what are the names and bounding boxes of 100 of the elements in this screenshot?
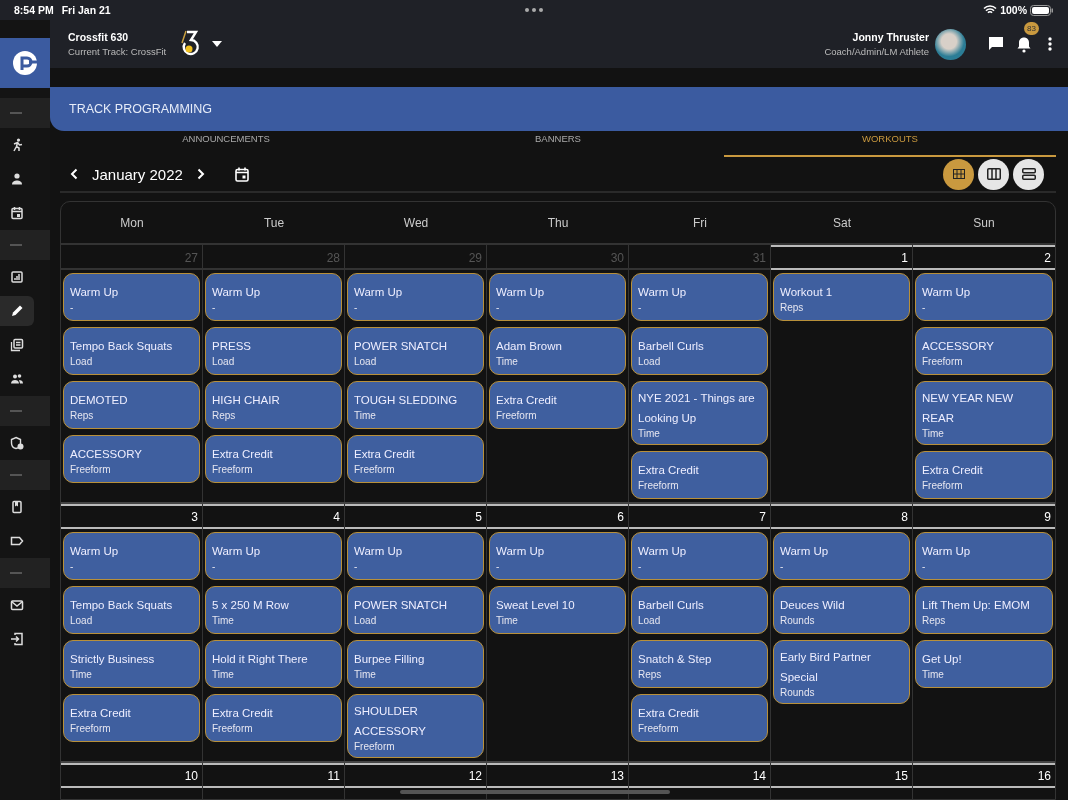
workout-card[interactable]: Warm Up - <box>489 273 626 322</box>
workout-card[interactable]: Warm Up - <box>631 532 768 581</box>
status-time: 8:54 PM <box>14 4 54 16</box>
workout-card[interactable]: Warm Up - <box>489 532 626 581</box>
workout-card[interactable]: Warm Up - <box>915 532 1053 581</box>
workout-type: Reps <box>922 615 947 627</box>
notification-bell-icon[interactable] <box>1016 35 1032 53</box>
workout-card[interactable]: Warm Up - <box>205 273 342 322</box>
workout-card[interactable]: POWER SNATCH Load <box>347 586 484 635</box>
view-mode-button[interactable] <box>978 158 1009 190</box>
workout-type: - <box>212 302 217 314</box>
workout-card[interactable]: Extra Credit Freeform <box>489 381 626 430</box>
workout-card[interactable]: TOUGH SLEDDING Time <box>347 381 484 430</box>
workout-card[interactable]: Warm Up - <box>347 273 484 322</box>
day-number: 27 <box>184 250 198 265</box>
workout-card[interactable]: Tempo Back Squats Load <box>63 327 200 376</box>
workout-card[interactable]: Early Bird Partner Special Rounds <box>773 640 910 705</box>
workout-type: - <box>496 302 501 314</box>
day-number: 16 <box>1037 768 1051 783</box>
workout-name: 5 x 250 M Row <box>212 598 290 614</box>
day-number: 8 <box>901 509 908 524</box>
workout-card[interactable]: Tempo Back Squats Load <box>63 586 200 635</box>
workout-type: Reps <box>638 669 663 681</box>
workout-card[interactable]: Extra Credit Freeform <box>205 435 342 484</box>
workout-card[interactable]: PRESS Load <box>205 327 342 376</box>
multitask-dots-icon[interactable] <box>525 8 543 12</box>
tab[interactable]: BANNERS <box>392 131 724 157</box>
wifi-icon <box>983 5 998 15</box>
workout-card[interactable]: Adam Brown Time <box>489 327 626 376</box>
chat-icon[interactable] <box>988 36 1004 52</box>
workout-type: - <box>496 561 501 573</box>
workout-card[interactable]: Workout 1 Reps <box>773 273 910 322</box>
workout-card[interactable]: Extra Credit Freeform <box>631 451 768 500</box>
workout-card[interactable]: Extra Credit Freeform <box>63 694 200 743</box>
workout-name: PRESS <box>212 339 252 355</box>
app-logo[interactable] <box>0 38 50 88</box>
weekday-label: Thu <box>546 215 570 230</box>
people-icon <box>10 372 24 386</box>
workout-card[interactable]: Hold it Right There Time <box>205 640 342 689</box>
workout-card[interactable]: Barbell Curls Load <box>631 327 768 376</box>
workout-card[interactable]: Extra Credit Freeform <box>915 451 1053 500</box>
workout-card[interactable]: Warm Up - <box>63 273 200 322</box>
workout-card[interactable]: ACCESSORY Freeform <box>915 327 1053 376</box>
view-mode-button[interactable] <box>943 158 974 190</box>
workout-card[interactable]: ACCESSORY Freeform <box>63 435 200 484</box>
workout-card[interactable]: Warm Up - <box>347 532 484 581</box>
workout-card[interactable]: Deuces Wild Rounds <box>773 586 910 635</box>
documents-icon <box>10 338 24 352</box>
workout-name: NEW YEAR NEW REAR <box>922 391 1015 427</box>
workout-card[interactable]: Lift Them Up: EMOM Reps <box>915 586 1053 635</box>
workout-card[interactable]: DEMOTED Reps <box>63 381 200 430</box>
workout-card[interactable]: Burpee Filling Time <box>347 640 484 689</box>
workout-card[interactable]: Extra Credit Freeform <box>347 435 484 484</box>
workout-type: Time <box>638 428 661 440</box>
current-track: Current Track: CrossFit <box>68 46 167 57</box>
workout-card[interactable]: Warm Up - <box>63 532 200 581</box>
workout-type: - <box>638 561 643 573</box>
workout-card[interactable]: Sweat Level 10 Time <box>489 586 626 635</box>
workout-name: Adam Brown <box>496 339 563 355</box>
workout-type: Freeform <box>354 741 396 753</box>
workout-card[interactable]: Barbell Curls Load <box>631 586 768 635</box>
workout-name: Warm Up <box>496 285 546 301</box>
weekday-label: Tue <box>262 215 286 230</box>
workout-name: Early Bird Partner Special <box>780 650 872 686</box>
workout-card[interactable]: Warm Up - <box>773 532 910 581</box>
workout-name: Warm Up <box>780 544 830 560</box>
workout-card[interactable]: POWER SNATCH Load <box>347 327 484 376</box>
workout-card[interactable]: Warm Up - <box>205 532 342 581</box>
tab[interactable]: ANNOUNCEMENTS <box>60 131 392 157</box>
avatar[interactable] <box>935 28 966 60</box>
workout-type: - <box>70 561 75 573</box>
workout-card[interactable]: HIGH CHAIR Reps <box>205 381 342 430</box>
caret-icon[interactable] <box>212 41 223 47</box>
workout-card[interactable]: Extra Credit Freeform <box>205 694 342 743</box>
workout-card[interactable]: SHOULDER ACCESSORY Freeform <box>347 694 484 759</box>
more-menu-icon[interactable] <box>1048 37 1052 51</box>
day-number: 31 <box>752 250 766 265</box>
workout-card[interactable]: Warm Up - <box>915 273 1053 322</box>
runner-icon <box>10 138 24 152</box>
workout-name: Lift Them Up: EMOM <box>922 598 1031 614</box>
workout-type: Load <box>354 615 378 627</box>
workout-card[interactable]: Strictly Business Time <box>63 640 200 689</box>
workout-card[interactable]: NEW YEAR NEW REAR Time <box>915 381 1053 446</box>
workout-card[interactable]: 5 x 250 M Row Time <box>205 586 342 635</box>
workout-card[interactable]: Warm Up - <box>631 273 768 322</box>
workout-card[interactable]: NYE 2021 - Things are Looking Up Time <box>631 381 768 446</box>
workout-card[interactable]: Get Up! Time <box>915 640 1053 689</box>
sidebar-item[interactable] <box>0 296 34 326</box>
workout-type: - <box>638 302 643 314</box>
next-month-icon[interactable] <box>196 168 205 180</box>
workout-card[interactable]: Snatch & Step Reps <box>631 640 768 689</box>
workout-name: Warm Up <box>70 285 120 301</box>
tab[interactable]: WORKOUTS <box>724 131 1056 157</box>
shield-user-icon <box>10 436 24 450</box>
calendar-icon[interactable] <box>234 166 249 182</box>
view-mode-button[interactable] <box>1013 158 1044 190</box>
previous-month-icon[interactable] <box>70 168 78 180</box>
weekday-label: Fri <box>692 215 708 230</box>
workout-card[interactable]: Extra Credit Freeform <box>631 694 768 743</box>
workout-type: Freeform <box>496 410 538 422</box>
